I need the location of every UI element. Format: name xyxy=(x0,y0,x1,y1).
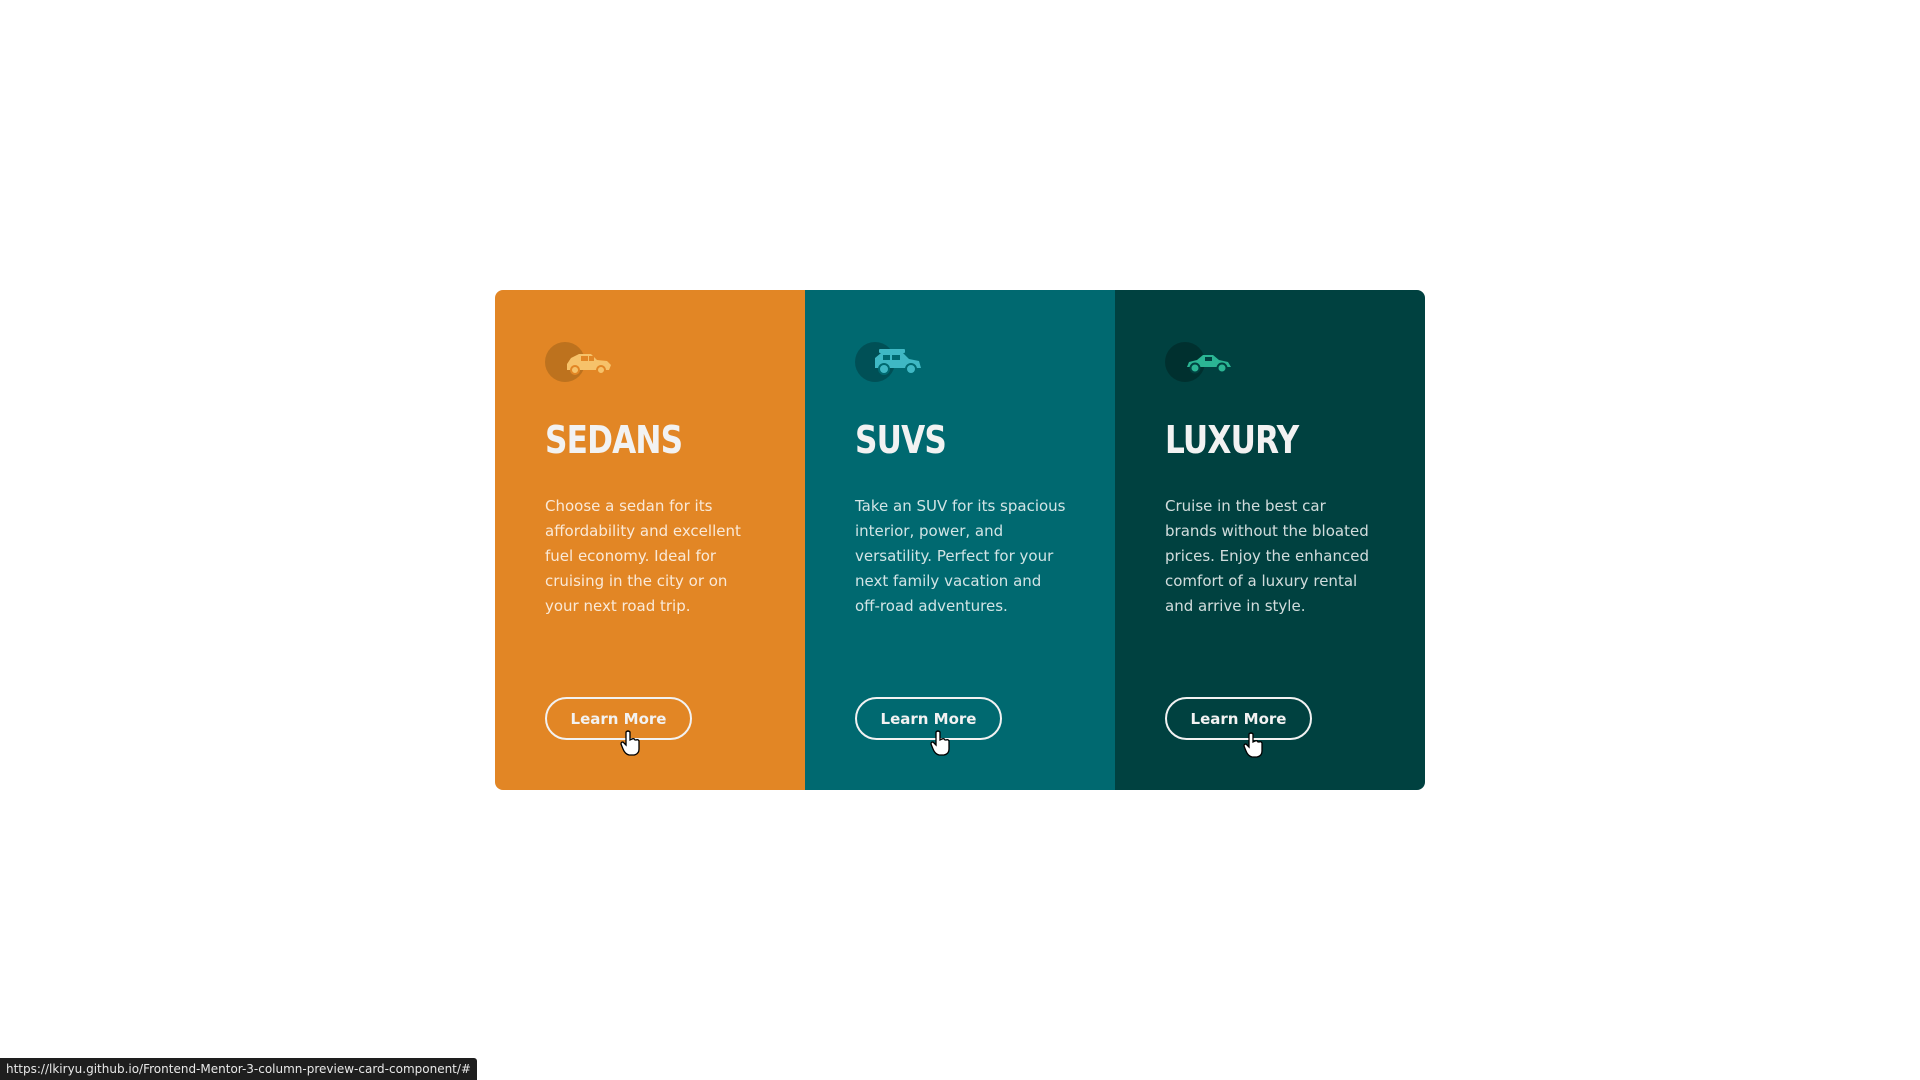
card-suvs: SUVS Take an SUV for its spacious interi… xyxy=(805,290,1115,790)
learn-more-button-luxury[interactable]: Learn More xyxy=(1165,697,1312,740)
card-description: Choose a sedan for its affordability and… xyxy=(545,497,741,615)
card-group: SEDANS Choose a sedan for its affordabil… xyxy=(495,290,1425,790)
card-title: SEDANS xyxy=(545,418,683,462)
learn-more-button-sedans[interactable]: Learn More xyxy=(545,697,692,740)
card-description: Cruise in the best car brands without th… xyxy=(1165,497,1369,615)
card-description: Take an SUV for its spacious interior, p… xyxy=(855,497,1066,615)
page: SEDANS Choose a sedan for its affordabil… xyxy=(0,0,1920,1080)
sedan-car-icon xyxy=(545,342,611,382)
learn-more-button-suvs[interactable]: Learn More xyxy=(855,697,1002,740)
card-title: SUVS xyxy=(855,418,947,462)
card-luxury: LUXURY Cruise in the best car brands wit… xyxy=(1115,290,1425,790)
luxury-car-icon xyxy=(1165,342,1231,382)
card-title: LUXURY xyxy=(1165,418,1299,462)
card-sedans: SEDANS Choose a sedan for its affordabil… xyxy=(495,290,805,790)
status-bar-url: https://lkiryu.github.io/Frontend-Mentor… xyxy=(0,1058,477,1080)
suv-car-icon xyxy=(855,342,921,382)
